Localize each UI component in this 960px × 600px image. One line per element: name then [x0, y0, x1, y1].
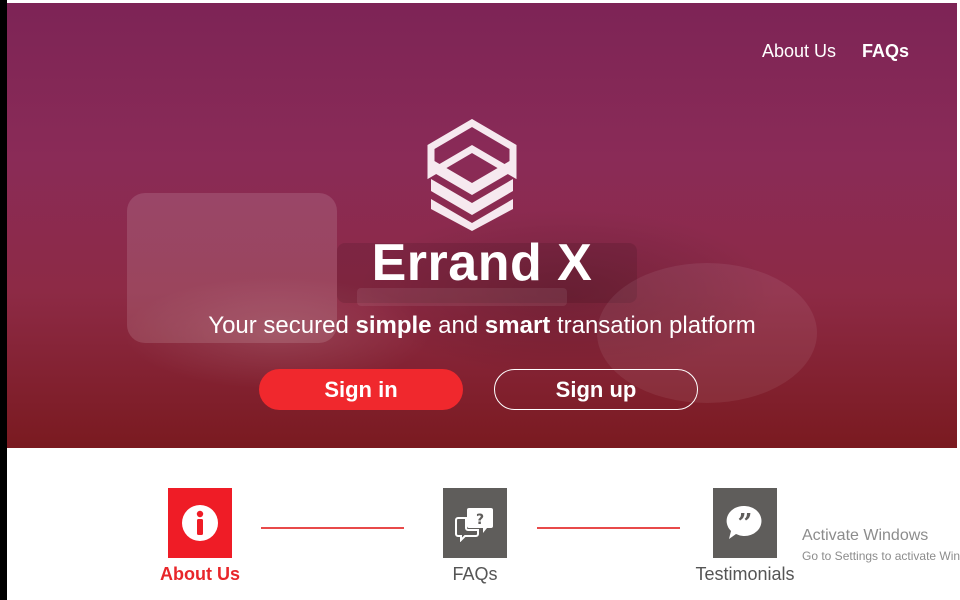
- step-connector: [537, 527, 680, 529]
- sign-up-button[interactable]: Sign up: [494, 369, 698, 410]
- tagline: Your secured simple and smart transation…: [7, 312, 957, 340]
- step-faqs[interactable]: ? FAQs: [430, 488, 520, 585]
- watermark-line1: Activate Windows: [802, 527, 929, 544]
- tagline-bold-smart: smart: [484, 312, 551, 339]
- tagline-pre: Your secured: [208, 312, 356, 339]
- watermark-line2: Go to Settings to activate Windows.: [802, 549, 960, 563]
- step-about-us-label[interactable]: About Us: [155, 564, 245, 585]
- step-testimonials[interactable]: ” Testimonials: [690, 488, 800, 585]
- step-about-us-box[interactable]: [168, 488, 232, 558]
- top-nav: About Us FAQs: [762, 41, 909, 62]
- activate-windows-watermark: Activate Windows Go to Settings to activ…: [802, 527, 960, 563]
- step-about-us[interactable]: About Us: [155, 488, 245, 585]
- step-connector: [261, 527, 404, 529]
- step-faqs-label[interactable]: FAQs: [430, 564, 520, 585]
- nav-faqs-link[interactable]: FAQs: [862, 41, 909, 62]
- tagline-mid: and: [431, 312, 485, 339]
- question-chat-icon: ?: [455, 508, 493, 542]
- app-title: Errand X: [371, 234, 593, 292]
- info-icon: [182, 505, 218, 541]
- step-testimonials-label[interactable]: Testimonials: [690, 564, 800, 585]
- quote-bubble-icon: ”: [726, 505, 762, 539]
- stacked-chevron-logo-icon: [427, 119, 517, 231]
- tagline-bold-simple: simple: [355, 312, 432, 339]
- step-faqs-box[interactable]: ?: [443, 488, 507, 558]
- svg-text:”: ”: [738, 509, 753, 539]
- window-left-edge: [0, 0, 7, 600]
- svg-text:?: ?: [476, 512, 484, 528]
- hero-section: About Us FAQs Errand X Your secured simp…: [7, 3, 957, 448]
- nav-about-us-link[interactable]: About Us: [762, 41, 836, 62]
- step-testimonials-box[interactable]: ”: [713, 488, 777, 558]
- tagline-post: transation platform: [550, 312, 756, 339]
- sign-in-button[interactable]: Sign in: [259, 369, 463, 410]
